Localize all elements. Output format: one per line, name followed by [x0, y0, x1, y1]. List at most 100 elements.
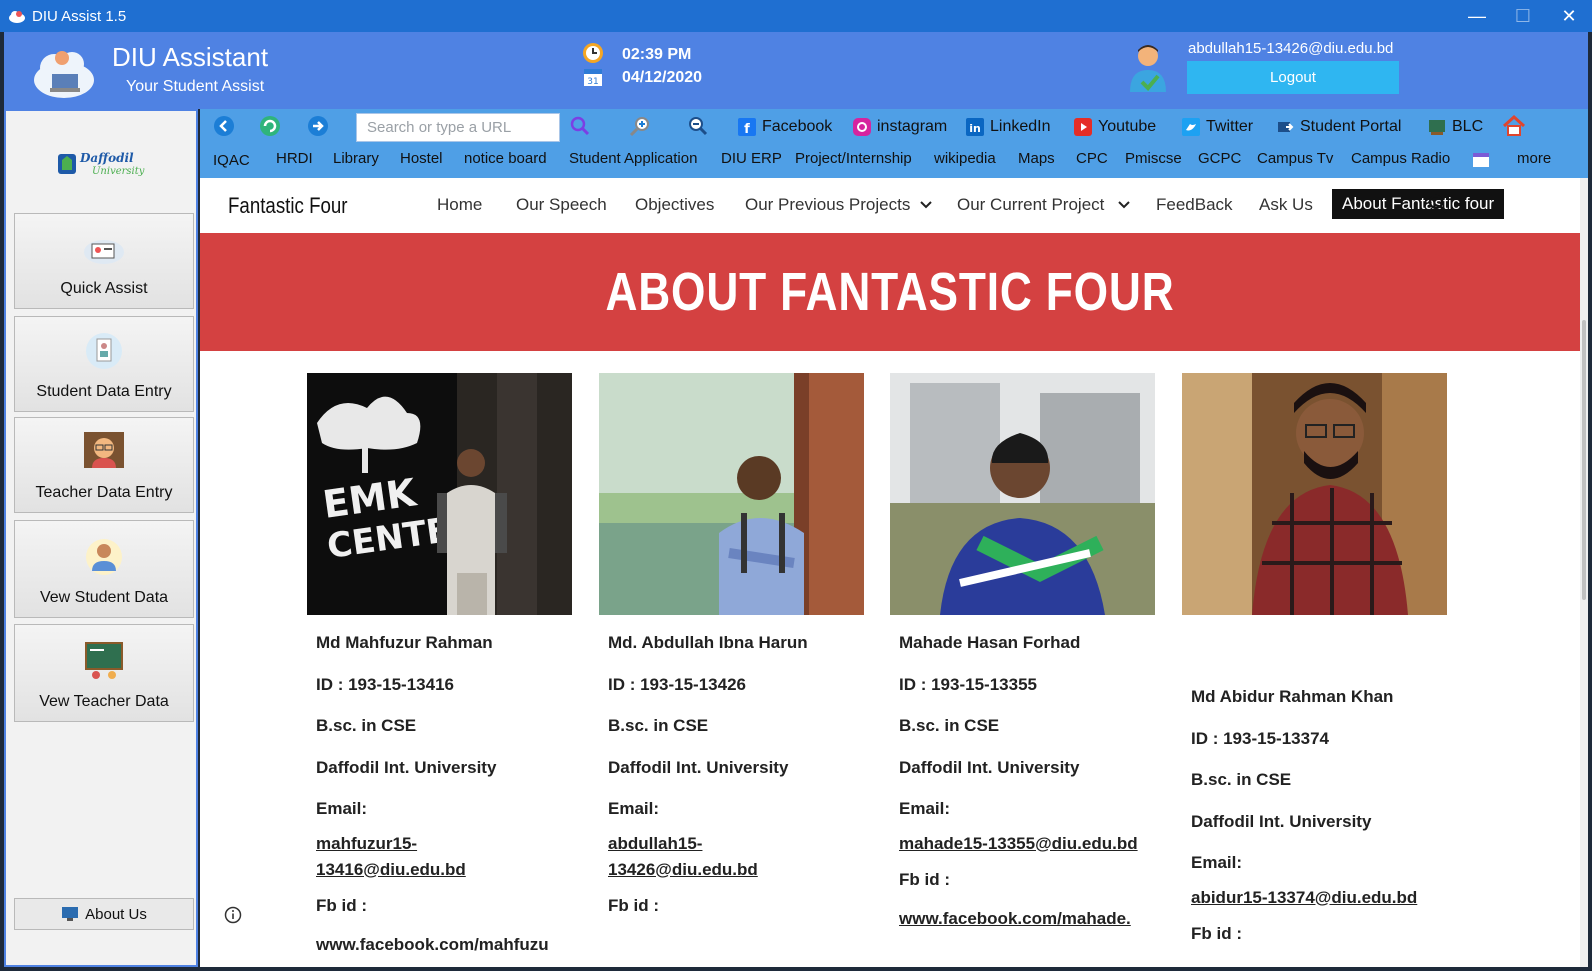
- site-brand[interactable]: Fantastic Four: [228, 193, 348, 219]
- back-icon[interactable]: [212, 114, 236, 138]
- link-student-application[interactable]: Student Application: [569, 150, 697, 167]
- linkedin-icon: in: [966, 117, 984, 136]
- logout-button[interactable]: Logout: [1187, 61, 1399, 94]
- student-cloud-icon: [34, 51, 94, 98]
- link-hrdi[interactable]: HRDI: [276, 150, 313, 167]
- member-id: ID : 193-15-13426: [608, 674, 746, 694]
- member-university: Daffodil Int. University: [316, 757, 497, 777]
- user-avatar-icon: [1130, 45, 1166, 92]
- member-email-link[interactable]: abidur15-13374@diu.edu.bd: [1191, 885, 1447, 911]
- view-teacher-data-button[interactable]: Vew Teacher Data: [14, 624, 194, 722]
- bookmark-twitter[interactable]: Twitter: [1182, 113, 1253, 140]
- member-info: Md. Abdullah Ibna Harun ID : 193-15-1342…: [599, 615, 864, 932]
- calendar-icon[interactable]: [1472, 150, 1490, 168]
- app-name: DIU Assistant: [112, 42, 269, 72]
- bookmark-linkedin[interactable]: in LinkedIn: [966, 113, 1051, 140]
- member-email-link[interactable]: abdullah15-13426@diu.edu.bd: [608, 831, 768, 883]
- link-campus-tv[interactable]: Campus Tv: [1257, 150, 1333, 167]
- blc-board-icon: [1429, 119, 1445, 135]
- nav-ask-us[interactable]: Ask Us: [1259, 195, 1313, 215]
- link-library[interactable]: Library: [333, 150, 379, 167]
- scrollbar-thumb[interactable]: [1582, 320, 1586, 600]
- member-name: Mahade Hasan Forhad: [899, 633, 1081, 652]
- link-notice-board[interactable]: notice board: [464, 150, 547, 167]
- member-info: Md Abidur Rahman Khan ID : 193-15-13374 …: [1182, 615, 1447, 960]
- app-header: DIU Assistant Your Student Assist 31 02:…: [4, 32, 1588, 109]
- nav-our-speech[interactable]: Our Speech: [516, 195, 607, 215]
- quick-assist-label: Quick Assist: [60, 280, 148, 297]
- member-email-link[interactable]: mahade15-13355@diu.edu.bd: [899, 831, 1155, 857]
- info-icon[interactable]: [224, 906, 242, 924]
- link-gcpc[interactable]: GCPC: [1198, 150, 1241, 167]
- zoom-in-icon[interactable]: [628, 114, 652, 138]
- close-button[interactable]: ✕: [1546, 0, 1592, 32]
- nav-current-project[interactable]: Our Current Project: [957, 195, 1104, 215]
- link-iqac[interactable]: IQAC: [213, 152, 250, 169]
- clock-icon: [583, 43, 603, 63]
- member-id: ID : 193-15-13355: [899, 674, 1037, 694]
- nav-home[interactable]: Home: [437, 195, 482, 215]
- about-us-button[interactable]: About Us: [14, 898, 194, 930]
- nav-feedback[interactable]: FeedBack: [1156, 195, 1233, 215]
- computer-cloud-icon: [84, 240, 124, 264]
- user-email: abdullah15-13426@diu.edu.bd: [1188, 40, 1394, 57]
- view-student-data-label: Vew Student Data: [39, 589, 169, 606]
- maximize-button[interactable]: ☐: [1500, 0, 1546, 32]
- site-navbar: Fantastic Four Home Our Speech Objective…: [200, 178, 1580, 233]
- link-campus-radio[interactable]: Campus Radio: [1351, 150, 1450, 167]
- link-maps[interactable]: Maps: [1018, 150, 1055, 167]
- bookmark-student-portal[interactable]: Student Portal: [1276, 113, 1401, 140]
- link-diu-erp[interactable]: DIU ERP: [721, 150, 782, 167]
- link-wikipedia[interactable]: wikipedia: [934, 150, 996, 167]
- search-go-icon[interactable]: [568, 114, 592, 138]
- bookmark-instagram[interactable]: instagram: [853, 113, 947, 140]
- teacher-data-entry-button[interactable]: Teacher Data Entry: [14, 417, 194, 513]
- bookmark-youtube[interactable]: Youtube: [1074, 113, 1156, 140]
- student-view-icon: [86, 539, 122, 575]
- link-project-internship[interactable]: Project/Internship: [795, 150, 912, 167]
- window-titlebar: DIU Assist 1.5 — ☐ ✕: [0, 0, 1592, 32]
- member-info: Mahade Hasan Forhad ID : 193-15-13355 B.…: [890, 615, 1155, 932]
- member-email-link[interactable]: mahfuzur15-13416@diu.edu.bd: [316, 831, 476, 883]
- home-icon[interactable]: [1502, 114, 1526, 138]
- nav-about-fantastic-four[interactable]: About Fantastic four: [1332, 189, 1505, 219]
- about-us-label: About Us: [85, 905, 147, 923]
- member-fb-link[interactable]: www.facebook.com/mahfuzu: [316, 932, 572, 958]
- member-university: Daffodil Int. University: [899, 757, 1080, 777]
- refresh-icon[interactable]: [258, 114, 282, 138]
- minimize-button[interactable]: —: [1454, 0, 1500, 32]
- member-card: Md. Abdullah Ibna Harun ID : 193-15-1342…: [599, 373, 864, 932]
- bookmark-facebook[interactable]: f Facebook: [738, 113, 832, 140]
- link-cpc[interactable]: CPC: [1076, 150, 1108, 167]
- student-data-entry-button[interactable]: Student Data Entry: [14, 316, 194, 412]
- member-fb-label: Fb id :: [608, 895, 659, 915]
- zoom-out-icon[interactable]: [686, 114, 710, 138]
- member-info: Md Mahfuzur Rahman ID : 193-15-13416 B.s…: [307, 615, 572, 958]
- member-university: Daffodil Int. University: [608, 757, 789, 777]
- quick-links-bar: IQAC HRDI Library Hostel notice board St…: [200, 144, 1588, 178]
- svg-text:Daffodil: Daffodil: [79, 151, 134, 165]
- bookmark-blc[interactable]: BLC: [1428, 113, 1483, 140]
- member-email-label: Email:: [608, 799, 660, 818]
- link-pmiscse[interactable]: Pmiscse: [1125, 150, 1182, 167]
- student-data-entry-label: Student Data Entry: [36, 383, 172, 400]
- banner-title: ABOUT FANTASTIC FOUR: [605, 262, 1175, 322]
- link-more[interactable]: more: [1517, 150, 1551, 167]
- chevron-down-icon[interactable]: [920, 200, 932, 210]
- member-fb-link[interactable]: www.facebook.com/mahade.: [899, 906, 1155, 932]
- teacher-data-entry-label: Teacher Data Entry: [35, 484, 173, 501]
- member-email-label: Email:: [1191, 853, 1243, 872]
- forward-icon[interactable]: [306, 114, 330, 138]
- chevron-down-icon[interactable]: [1118, 200, 1130, 210]
- link-hostel[interactable]: Hostel: [400, 150, 443, 167]
- search-icon[interactable]: [1428, 194, 1448, 214]
- view-student-data-button[interactable]: Vew Student Data: [14, 520, 194, 618]
- quick-assist-button[interactable]: Quick Assist: [14, 213, 194, 309]
- member-id: ID : 193-15-13416: [316, 674, 454, 694]
- nav-previous-projects[interactable]: Our Previous Projects: [745, 195, 910, 215]
- nav-objectives[interactable]: Objectives: [635, 195, 714, 215]
- portal-icon: [1278, 121, 1294, 132]
- url-input[interactable]: Search or type a URL: [356, 113, 560, 142]
- browser-toolbar: Search or type a URL f Facebook instagra…: [200, 109, 1588, 144]
- member-card: Mahade Hasan Forhad ID : 193-15-13355 B.…: [890, 373, 1155, 940]
